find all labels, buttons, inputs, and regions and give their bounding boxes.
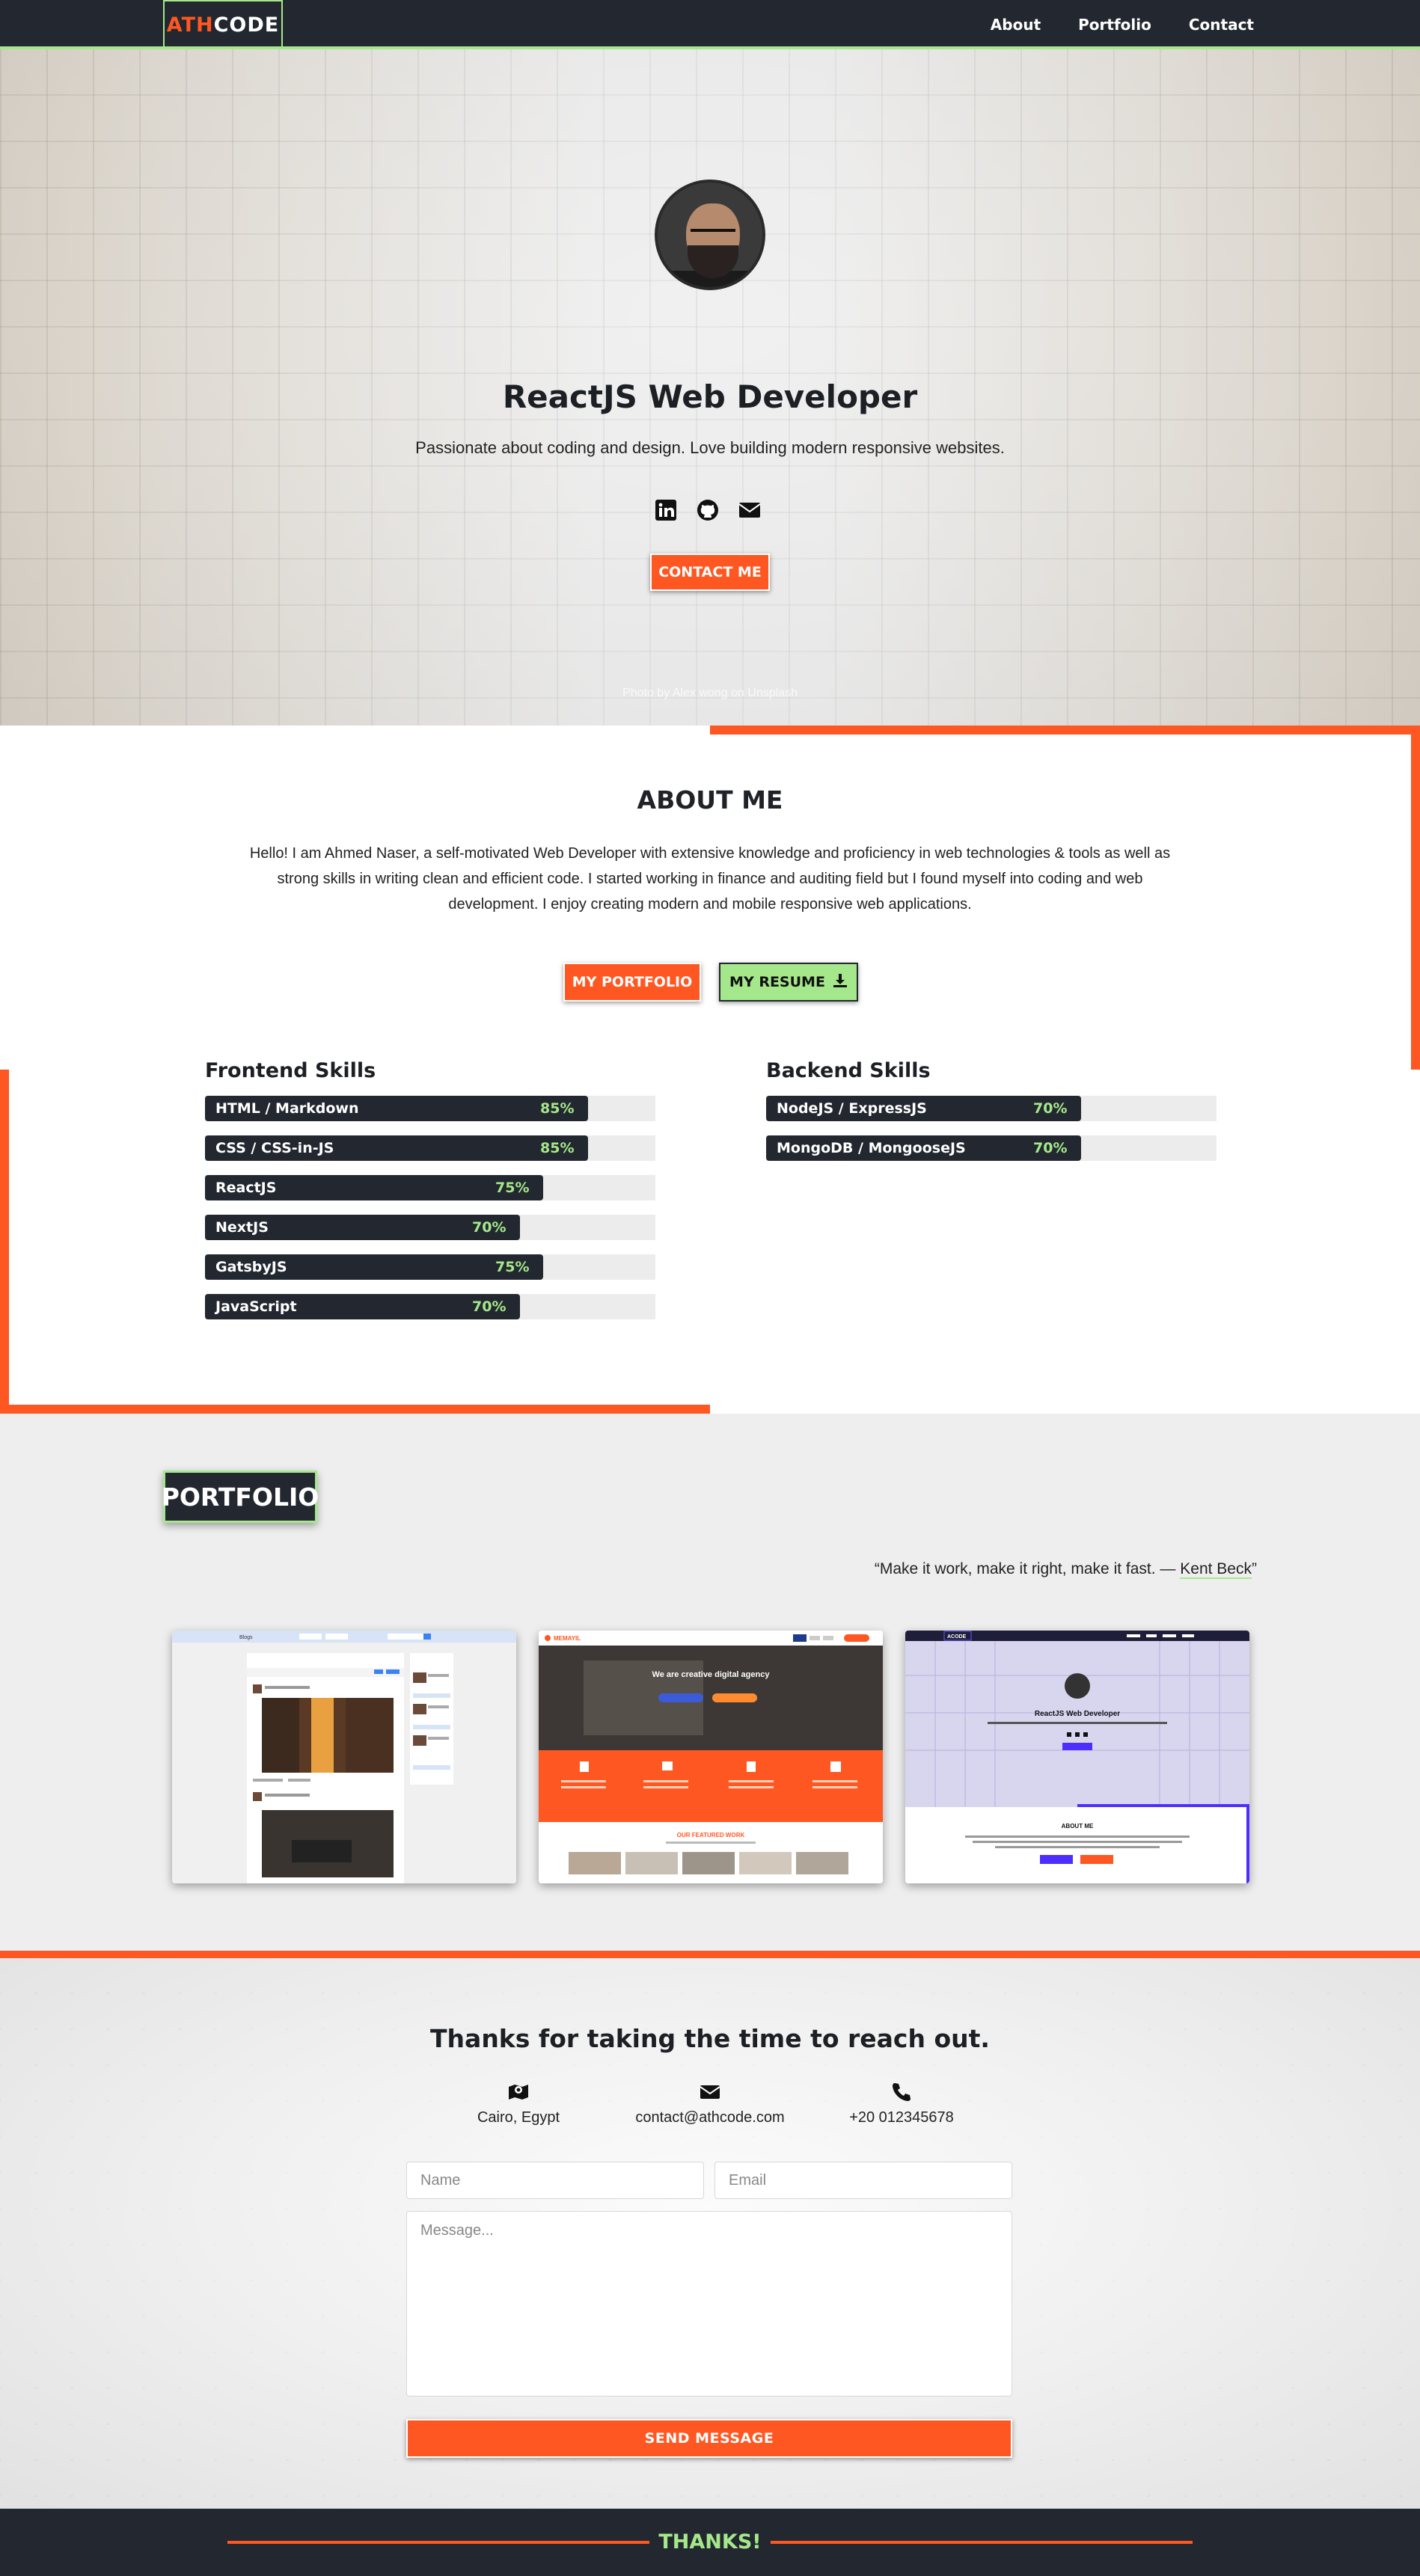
nav-link-contact[interactable]: Contact [1189, 16, 1254, 34]
footer-thanks: THANKS! [658, 2530, 762, 2554]
project-1-preview: Blogs [172, 1631, 516, 1883]
my-resume-label: MY RESUME [729, 974, 825, 990]
skill-name: NodeJS / ExpressJS [777, 1100, 927, 1117]
hero-title: ReactJS Web Developer [502, 378, 918, 415]
skill-name: JavaScript [215, 1298, 297, 1315]
footer: THANKS! [0, 2509, 1420, 2576]
skill-percent: 70% [1033, 1140, 1068, 1156]
project-card-1[interactable]: Blogs [172, 1631, 516, 1883]
backend-skills-title: Backend Skills [766, 1059, 931, 1082]
logo-main: CODE [213, 13, 280, 37]
email-field[interactable] [714, 2162, 1012, 2199]
skill-bar: HTML / Markdown 85% [205, 1096, 655, 1121]
github-icon[interactable] [696, 498, 720, 522]
skill-percent: 75% [495, 1259, 530, 1275]
download-icon [833, 973, 848, 992]
accent-border-top [710, 726, 1420, 735]
accent-border-bottom [0, 1405, 710, 1414]
project-3-brand: ACODE [947, 1634, 967, 1640]
top-navbar: ATH CODE About Portfolio Contact [0, 0, 1420, 49]
location-text: Cairo, Egypt [477, 2109, 560, 2126]
project-2-preview: MEMAYIL We are creative digital agency O… [539, 1631, 883, 1883]
map-icon [507, 2081, 530, 2103]
social-links [654, 498, 762, 522]
contact-phone: +20 012345678 [789, 2081, 1014, 2126]
project-2-section: OUR FEATURED WORK [677, 1832, 745, 1839]
project-card-3[interactable]: ACODE ReactJS Web Developer ABOUT ME [905, 1631, 1249, 1883]
name-field[interactable] [406, 2162, 704, 2199]
accent-border-right [1411, 726, 1420, 1070]
skill-percent: 85% [540, 1140, 575, 1156]
about-section: ABOUT ME Hello! I am Ahmed Naser, a self… [0, 726, 1420, 1414]
skill-bar: MongoDB / MongooseJS 70% [766, 1135, 1217, 1161]
portfolio-section: PORTFOLIO “Make it work, make it right, … [0, 1414, 1420, 1951]
nav-link-about[interactable]: About [991, 16, 1041, 34]
quote-end: ” [1252, 1560, 1257, 1577]
envelope-icon[interactable] [738, 498, 762, 522]
skill-bar: GatsbyJS 75% [205, 1254, 655, 1280]
envelope-icon [699, 2081, 721, 2103]
about-title: ABOUT ME [637, 785, 783, 815]
avatar [655, 180, 765, 290]
skill-name: CSS / CSS-in-JS [215, 1140, 334, 1156]
skill-name: MongoDB / MongooseJS [777, 1140, 966, 1156]
logo-accent: ATH [166, 13, 214, 37]
skill-percent: 70% [472, 1219, 507, 1236]
skill-percent: 75% [495, 1180, 530, 1196]
project-3-section: ABOUT ME [1062, 1823, 1094, 1830]
quote-author-link[interactable]: Kent Beck [1180, 1560, 1252, 1579]
skill-bar: ReactJS 75% [205, 1175, 655, 1200]
nav-links: About Portfolio Contact [991, 0, 1254, 49]
email-text[interactable]: contact@athcode.com [635, 2109, 784, 2126]
skill-name: NextJS [215, 1219, 269, 1236]
site-logo[interactable]: ATH CODE [163, 0, 283, 49]
about-text: Hello! I am Ahmed Naser, a self-motivate… [249, 845, 1171, 913]
nav-link-portfolio[interactable]: Portfolio [1078, 16, 1151, 34]
backend-skills: Backend Skills NodeJS / ExpressJS 70% Mon… [766, 1059, 1217, 1175]
send-message-button[interactable]: SEND MESSAGE [406, 2419, 1012, 2458]
contact-title: Thanks for taking the time to reach out. [430, 2024, 990, 2053]
frontend-skills-title: Frontend Skills [205, 1059, 376, 1082]
portfolio-title: PORTFOLIO [162, 1471, 319, 1523]
linkedin-icon[interactable] [654, 498, 678, 522]
hero-section: ReactJS Web Developer Passionate about c… [0, 49, 1420, 726]
project-3-preview: ACODE ReactJS Web Developer ABOUT ME [905, 1631, 1249, 1883]
my-portfolio-button[interactable]: MY PORTFOLIO [563, 963, 701, 1002]
project-2-headline: We are creative digital agency [652, 1670, 771, 1679]
skill-percent: 70% [472, 1298, 507, 1315]
skill-name: GatsbyJS [215, 1259, 287, 1275]
skill-percent: 70% [1033, 1100, 1068, 1117]
frontend-skills: Frontend Skills HTML / Markdown 85% CSS /… [205, 1059, 655, 1334]
quote: “Make it work, make it right, make it fa… [874, 1560, 1257, 1579]
my-resume-button[interactable]: MY RESUME [719, 963, 858, 1002]
project-2-brand: MEMAYIL [554, 1635, 581, 1642]
project-card-2[interactable]: MEMAYIL We are creative digital agency O… [539, 1631, 883, 1883]
quote-text: “Make it work, make it right, make it fa… [874, 1560, 1181, 1577]
project-1-title: Blogs [239, 1635, 253, 1640]
photo-credit[interactable]: Photo by Alex wong on Unsplash [0, 687, 1420, 700]
skill-name: HTML / Markdown [215, 1100, 359, 1117]
contact-section: Thanks for taking the time to reach out.… [0, 1951, 1420, 2509]
skill-bar: NextJS 70% [205, 1215, 655, 1240]
accent-border-left [0, 1070, 9, 1414]
skill-bar: NodeJS / ExpressJS 70% [766, 1096, 1217, 1121]
hero-subtitle: Passionate about coding and design. Love… [415, 438, 1005, 457]
contact-location: Cairo, Egypt [406, 2081, 631, 2126]
phone-icon [890, 2081, 913, 2103]
contact-me-button[interactable]: CONTACT ME [650, 553, 770, 591]
message-field[interactable] [406, 2211, 1012, 2396]
skill-bar: CSS / CSS-in-JS 85% [205, 1135, 655, 1161]
contact-email: contact@athcode.com [598, 2081, 822, 2126]
skill-name: ReactJS [215, 1180, 277, 1196]
skill-bar: JavaScript 70% [205, 1294, 655, 1319]
phone-text[interactable]: +20 012345678 [849, 2109, 954, 2126]
skill-percent: 85% [540, 1100, 575, 1117]
project-3-headline: ReactJS Web Developer [1035, 1710, 1120, 1718]
